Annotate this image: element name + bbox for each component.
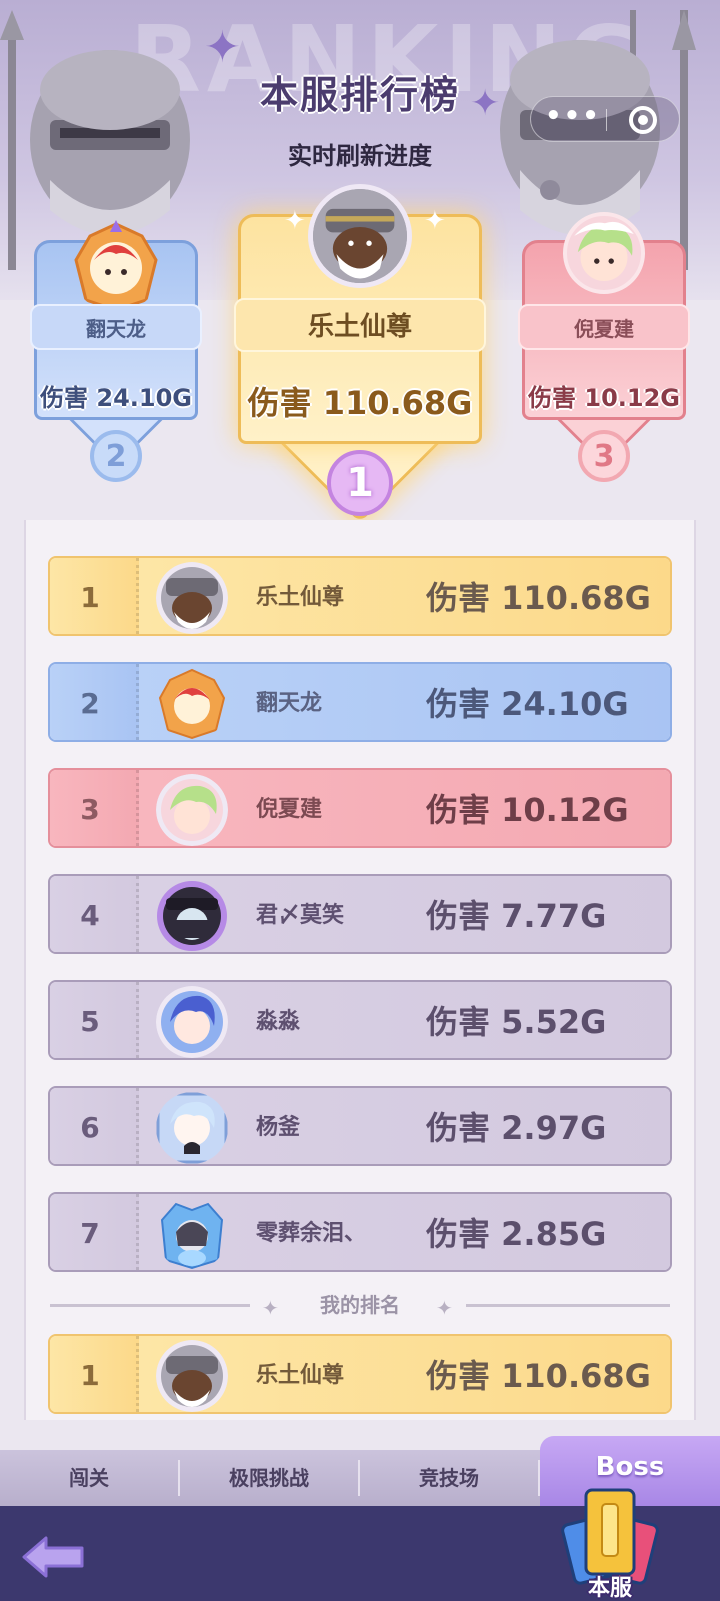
server-button[interactable]: 本服 bbox=[560, 1480, 660, 1601]
ranking-row[interactable]: 3 倪夏建 伤害 10.12G bbox=[48, 768, 672, 848]
row-name: 淼淼 bbox=[256, 1009, 301, 1034]
podium-first-place[interactable]: ✦ ✦ 乐土仙尊 伤害 110.68G 1 bbox=[234, 184, 486, 524]
tab-limit-challenge[interactable]: 极限挑战 bbox=[180, 1450, 358, 1506]
server-label: 本服 bbox=[587, 1576, 632, 1601]
podium-name: 倪夏建 bbox=[518, 304, 690, 350]
row-name: 君〆莫笑 bbox=[256, 903, 345, 928]
ranking-row[interactable]: 4 君〆莫笑 伤害 7.77G bbox=[48, 874, 672, 954]
podium-second-place[interactable]: 翻天龙 伤害 24.10G 2 bbox=[30, 220, 202, 500]
page-title: 本服排行榜 bbox=[259, 73, 460, 117]
ranking-row[interactable]: 5 淼淼 伤害 5.52G bbox=[48, 980, 672, 1060]
row-damage: 伤害 7.77G bbox=[426, 897, 607, 935]
podium-damage: 伤害 110.68G bbox=[247, 384, 473, 422]
row-damage: 伤害 5.52G bbox=[426, 1003, 607, 1041]
row-name: 乐土仙尊 bbox=[256, 585, 345, 610]
row-name: 倪夏建 bbox=[256, 797, 323, 822]
diamond-icon: ✦ bbox=[436, 1296, 453, 1320]
page-subtitle: 实时刷新进度 bbox=[288, 142, 432, 170]
avatar bbox=[156, 1092, 228, 1164]
avatar bbox=[308, 184, 412, 288]
podium-name: 翻天龙 bbox=[30, 304, 202, 350]
podium-name: 乐土仙尊 bbox=[234, 298, 486, 352]
tab-arena[interactable]: 竞技场 bbox=[360, 1450, 538, 1506]
miniprogram-capsule: ••• bbox=[530, 96, 680, 142]
ranking-row[interactable]: 6 杨釜 伤害 2.97G bbox=[48, 1086, 672, 1166]
rank-badge: 3 bbox=[578, 430, 630, 482]
ranking-row[interactable]: 1 乐土仙尊 伤害 110.68G bbox=[48, 556, 672, 636]
my-ranking-row[interactable]: 1 乐土仙尊 伤害 110.68G bbox=[48, 1334, 672, 1414]
row-rank: 1 bbox=[80, 581, 100, 614]
row-rank: 2 bbox=[80, 687, 100, 720]
divider-line bbox=[466, 1304, 670, 1307]
row-name: 杨釜 bbox=[256, 1115, 301, 1140]
diamond-icon: ✦ bbox=[262, 1296, 279, 1320]
podium-damage: 伤害 10.12G bbox=[528, 384, 680, 412]
avatar bbox=[563, 212, 645, 294]
avatar bbox=[158, 668, 226, 740]
avatar bbox=[156, 986, 228, 1058]
tab-stage[interactable]: 闯关 bbox=[0, 1450, 178, 1506]
ranking-list-panel bbox=[24, 520, 696, 1420]
avatar bbox=[74, 220, 158, 312]
my-rank-label: 我的排名 bbox=[320, 1293, 400, 1317]
row-damage: 伤害 2.97G bbox=[426, 1109, 607, 1147]
row-damage: 伤害 2.85G bbox=[426, 1215, 607, 1253]
my-rank-divider: ✦ 我的排名 ✦ bbox=[50, 1290, 670, 1320]
row-rank: 5 bbox=[80, 1005, 100, 1038]
row-rank: 3 bbox=[80, 793, 100, 826]
back-arrow-icon[interactable] bbox=[20, 1534, 86, 1580]
sparkle-icon: ✦ bbox=[284, 206, 306, 236]
sparkle-icon: ✦ bbox=[424, 206, 446, 236]
rank-badge: 1 bbox=[327, 450, 393, 516]
row-damage: 伤害 110.68G bbox=[426, 579, 651, 617]
bottom-bar: 本服 bbox=[0, 1488, 720, 1601]
row-damage: 伤害 10.12G bbox=[426, 791, 629, 829]
row-rank: 6 bbox=[80, 1111, 100, 1144]
row-damage: 伤害 24.10G bbox=[426, 685, 629, 723]
more-icon[interactable]: ••• bbox=[545, 103, 599, 133]
avatar bbox=[156, 562, 228, 634]
row-rank: 1 bbox=[80, 1359, 100, 1392]
ranking-row[interactable]: 7 零葬余泪、 伤害 2.85G bbox=[48, 1192, 672, 1272]
row-name: 乐土仙尊 bbox=[256, 1363, 345, 1388]
row-rank: 4 bbox=[80, 899, 100, 932]
row-damage: 伤害 110.68G bbox=[426, 1357, 651, 1395]
avatar bbox=[160, 1202, 224, 1270]
avatar bbox=[157, 881, 227, 951]
row-name: 零葬余泪、 bbox=[256, 1221, 367, 1246]
divider-line bbox=[50, 1304, 250, 1307]
rank-badge: 2 bbox=[90, 430, 142, 482]
row-name: 翻天龙 bbox=[256, 691, 323, 716]
avatar bbox=[156, 774, 228, 846]
podium-damage: 伤害 24.10G bbox=[40, 384, 192, 412]
podium-third-place[interactable]: 倪夏建 伤害 10.12G 3 bbox=[518, 212, 690, 500]
row-rank: 7 bbox=[80, 1217, 100, 1250]
ranking-row[interactable]: 2 翻天龙 伤害 24.10G bbox=[48, 662, 672, 742]
capsule-divider bbox=[606, 109, 607, 131]
avatar bbox=[156, 1340, 228, 1412]
close-icon[interactable] bbox=[629, 106, 657, 134]
